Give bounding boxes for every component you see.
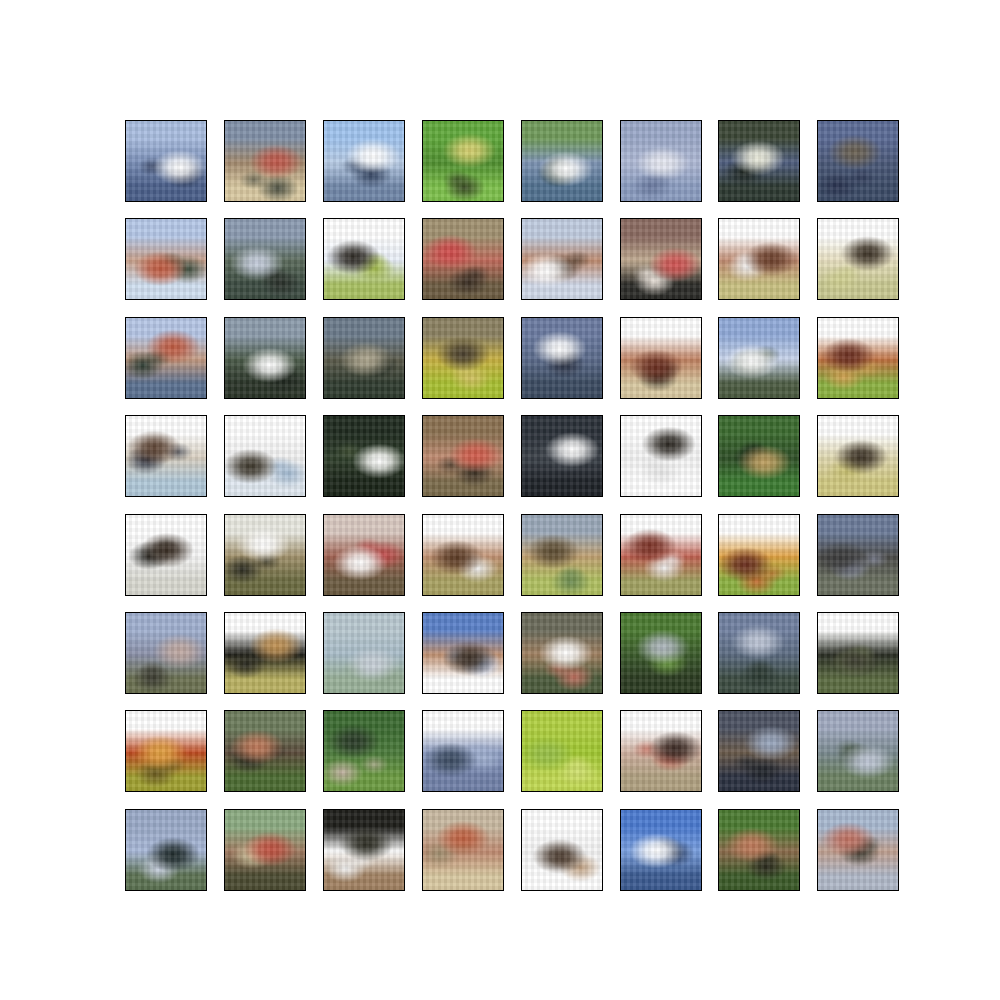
sample-tile	[718, 415, 800, 497]
sample-tile	[521, 809, 603, 891]
sample-tile	[224, 514, 306, 596]
sample-tile	[817, 612, 899, 694]
sample-tile	[521, 218, 603, 300]
sample-tile	[422, 317, 504, 399]
sample-tile	[125, 317, 207, 399]
sample-tile	[817, 415, 899, 497]
sample-tile	[422, 710, 504, 792]
sample-tile	[224, 415, 306, 497]
sample-tile	[718, 809, 800, 891]
sample-tile	[620, 415, 702, 497]
sample-tile	[323, 809, 405, 891]
sample-tile	[323, 218, 405, 300]
sample-tile	[521, 317, 603, 399]
sample-tile	[224, 317, 306, 399]
sample-tile	[422, 120, 504, 202]
sample-tile	[817, 317, 899, 399]
sample-tile	[620, 809, 702, 891]
sample-tile	[620, 120, 702, 202]
sample-tile	[817, 710, 899, 792]
sample-tile	[125, 514, 207, 596]
sample-tile	[620, 218, 702, 300]
sample-tile	[125, 120, 207, 202]
sample-tile	[224, 120, 306, 202]
sample-tile	[125, 218, 207, 300]
generated-sample-grid	[125, 120, 901, 891]
sample-tile	[521, 120, 603, 202]
sample-tile	[125, 809, 207, 891]
sample-tile	[718, 218, 800, 300]
sample-tile	[125, 710, 207, 792]
sample-tile	[224, 710, 306, 792]
sample-tile	[817, 514, 899, 596]
sample-tile	[718, 514, 800, 596]
sample-tile	[718, 710, 800, 792]
sample-tile	[521, 415, 603, 497]
sample-tile	[817, 120, 899, 202]
sample-tile	[718, 317, 800, 399]
sample-tile	[620, 710, 702, 792]
figure-canvas	[0, 0, 1000, 1000]
sample-tile	[521, 514, 603, 596]
sample-tile	[422, 415, 504, 497]
sample-tile	[422, 809, 504, 891]
sample-tile	[323, 317, 405, 399]
sample-tile	[817, 809, 899, 891]
sample-tile	[620, 317, 702, 399]
sample-tile	[323, 612, 405, 694]
sample-tile	[323, 514, 405, 596]
sample-tile	[620, 612, 702, 694]
sample-tile	[422, 514, 504, 596]
sample-tile	[224, 809, 306, 891]
sample-tile	[521, 612, 603, 694]
sample-tile	[521, 710, 603, 792]
sample-tile	[817, 218, 899, 300]
sample-tile	[620, 514, 702, 596]
sample-tile	[422, 218, 504, 300]
sample-tile	[125, 415, 207, 497]
sample-tile	[224, 612, 306, 694]
sample-tile	[422, 612, 504, 694]
sample-tile	[125, 612, 207, 694]
sample-tile	[718, 612, 800, 694]
sample-tile	[323, 710, 405, 792]
sample-tile	[224, 218, 306, 300]
sample-tile	[323, 415, 405, 497]
sample-tile	[323, 120, 405, 202]
sample-tile	[718, 120, 800, 202]
